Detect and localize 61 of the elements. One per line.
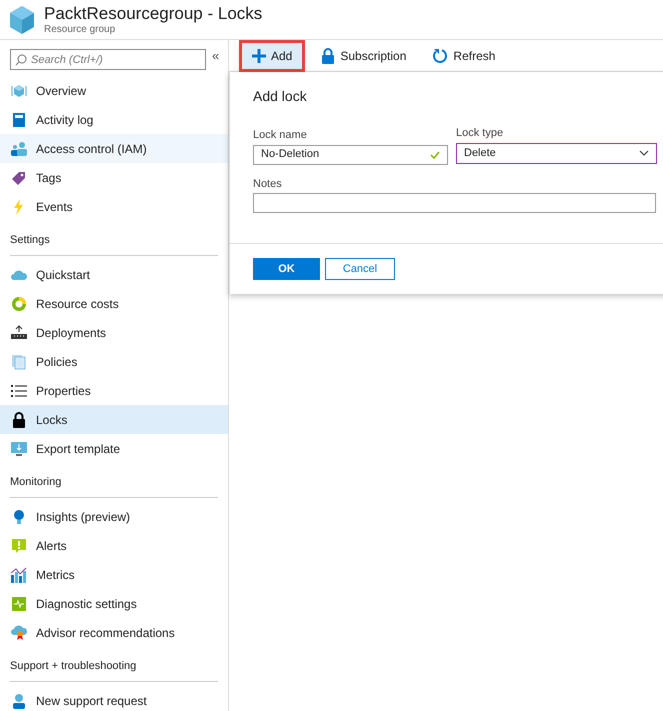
field-label: Notes: [253, 176, 283, 192]
sidebar-item[interactable]: Access control (IAM): [0, 134, 228, 163]
monitor-icon: [10, 440, 28, 456]
sidebar-item[interactable]: Locks: [0, 405, 228, 434]
panel-title: Add lock: [253, 87, 308, 106]
cube-logo-icon: [8, 4, 36, 34]
plus-icon: [252, 48, 266, 62]
bar-chart-icon: [10, 566, 28, 582]
cancel-button[interactable]: Cancel: [325, 258, 395, 280]
sidebar-item[interactable]: Policies: [0, 347, 228, 376]
sidebar-item[interactable]: Events: [0, 192, 228, 221]
chevron-down-icon: [639, 150, 649, 156]
sidebar-item[interactable]: Metrics: [0, 560, 228, 589]
people-icon: [10, 140, 28, 156]
field-label: Lock name: [253, 128, 308, 143]
sidebar-item[interactable]: Properties: [0, 376, 228, 405]
sidebar-item[interactable]: Overview: [0, 76, 228, 105]
sidebar-item[interactable]: Activity log: [0, 105, 228, 134]
search-icon: [15, 54, 27, 66]
section-heading: Support + troubleshooting: [10, 660, 136, 672]
sidebar-item[interactable]: Export template: [0, 434, 228, 463]
lightbulb-icon: [13, 508, 25, 524]
list-icon: [11, 384, 27, 398]
tag-icon: [11, 170, 27, 186]
sidebar-item[interactable]: Alerts: [0, 531, 228, 560]
section-heading: Settings: [10, 234, 50, 246]
page-subtitle: Resource group: [44, 24, 116, 36]
ok-button[interactable]: OK: [253, 258, 320, 280]
search-field[interactable]: Search (Ctrl+/): [10, 49, 206, 70]
sidebar-item[interactable]: Insights (preview): [0, 502, 228, 531]
page-title: PacktResourcegroup - Locks: [44, 4, 262, 24]
toolbar-button[interactable]: Add: [239, 40, 306, 72]
cloud-icon: [10, 268, 28, 282]
sidebar-item[interactable]: Deployments: [0, 318, 228, 347]
sidebar-item[interactable]: New support request: [0, 686, 228, 711]
sidebar-item[interactable]: Resource costs: [0, 289, 228, 318]
pulse-icon: [11, 596, 27, 612]
lock-icon: [12, 412, 26, 428]
checkmark-icon: [430, 150, 440, 158]
collapse-button[interactable]: «: [212, 46, 220, 66]
sidebar-item[interactable]: Tags: [0, 163, 228, 192]
section-heading: Monitoring: [10, 476, 62, 488]
book-icon: [12, 112, 26, 128]
lock-icon: [321, 48, 336, 64]
lightning-icon: [13, 198, 25, 214]
sidebar-item[interactable]: Diagnostic settings: [0, 589, 228, 618]
field-label: Lock type: [456, 126, 504, 141]
cube-icon: [11, 82, 27, 98]
ribbon-cloud-icon: [10, 624, 28, 640]
coin-icon: [11, 296, 27, 312]
lock-type-dropdown[interactable]: Delete: [456, 142, 657, 164]
sidebar-item[interactable]: Quickstart: [0, 260, 228, 289]
toolbar-button[interactable]: Subscription: [311, 40, 416, 72]
exclamation-icon: [11, 538, 27, 554]
toolbar-button[interactable]: Refresh: [422, 40, 506, 72]
documents-icon: [11, 354, 27, 370]
refresh-icon: [432, 48, 448, 64]
notes-field[interactable]: [253, 193, 656, 213]
upload-icon: [10, 324, 28, 340]
lock-name-field[interactable]: No-Deletion: [253, 144, 448, 164]
sidebar-item[interactable]: Advisor recommendations: [0, 618, 228, 647]
